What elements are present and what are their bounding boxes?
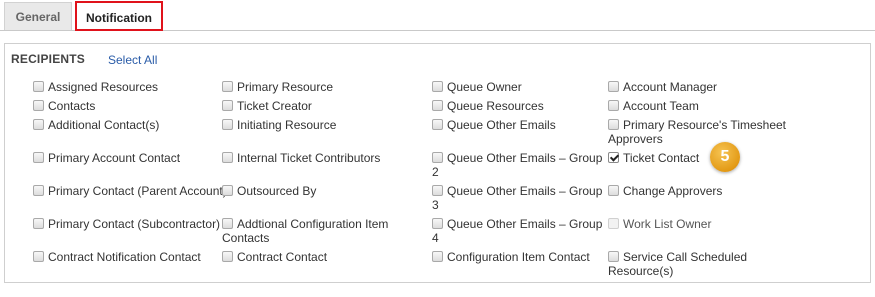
checkbox[interactable] <box>222 119 233 130</box>
recipient-queue-other-emails-group-4[interactable]: Queue Other Emails – Group 4 <box>432 217 604 245</box>
recipient-queue-owner[interactable]: Queue Owner <box>432 80 604 94</box>
checkbox-label: Primary Resource's Timesheet Approvers <box>608 118 787 146</box>
checkbox-label: Queue Other Emails – Group 2 <box>432 151 603 179</box>
recipient-primary-account-contact[interactable]: Primary Account Contact <box>33 151 233 165</box>
checkbox[interactable] <box>222 218 233 229</box>
recipient-outsourced-by[interactable]: Outsourced By <box>222 184 422 198</box>
recipient-primary-resource[interactable]: Primary Resource <box>222 80 422 94</box>
checkbox[interactable] <box>33 251 44 262</box>
checkbox[interactable] <box>222 100 233 111</box>
recipient-internal-ticket-contributors[interactable]: Internal Ticket Contributors <box>222 151 422 165</box>
checkbox[interactable] <box>33 185 44 196</box>
checkbox-label: Queue Other Emails – Group 3 <box>432 184 603 212</box>
checkbox-label: Additional Contact(s) <box>48 118 160 132</box>
checkbox[interactable] <box>222 251 233 262</box>
checkbox[interactable] <box>222 185 233 196</box>
checkbox-label: Primary Contact (Subcontractor) <box>48 217 221 231</box>
checkbox-label: Contract Contact <box>237 250 328 264</box>
checkbox[interactable] <box>432 185 443 196</box>
recipient-account-manager[interactable]: Account Manager <box>608 80 808 94</box>
recipient-primary-contact-parent-account[interactable]: Primary Contact (Parent Account) <box>33 184 233 198</box>
tab-notification[interactable]: Notification <box>75 1 163 31</box>
recipient-queue-other-emails[interactable]: Queue Other Emails <box>432 118 604 132</box>
checkbox-label: Primary Account Contact <box>48 151 181 165</box>
checkbox-label: Outsourced By <box>237 184 317 198</box>
tab-general[interactable]: General <box>4 2 72 31</box>
recipient-assigned-resources[interactable]: Assigned Resources <box>33 80 233 94</box>
step-badge: 5 <box>710 142 740 172</box>
checkbox[interactable] <box>432 251 443 262</box>
checkbox[interactable] <box>33 119 44 130</box>
checkbox[interactable] <box>33 152 44 163</box>
recipient-configuration-item-contact[interactable]: Configuration Item Contact <box>432 250 604 264</box>
recipient-primary-resource-s-timesheet-approvers[interactable]: Primary Resource's Timesheet Approvers <box>608 118 808 146</box>
checkbox-label: Ticket Contact <box>623 151 700 165</box>
checkbox-label: Account Team <box>623 99 699 113</box>
recipient-queue-resources[interactable]: Queue Resources <box>432 99 604 113</box>
checkbox[interactable] <box>222 81 233 92</box>
checkbox-label: Account Manager <box>623 80 718 94</box>
recipient-ticket-contact[interactable]: Ticket Contact <box>608 151 808 165</box>
tab-bar: General Notification <box>0 0 875 31</box>
recipient-additional-contact-s[interactable]: Additional Contact(s) <box>33 118 233 132</box>
checkbox-label: Assigned Resources <box>48 80 159 94</box>
checkbox[interactable] <box>608 81 619 92</box>
recipient-ticket-creator[interactable]: Ticket Creator <box>222 99 422 113</box>
recipient-queue-other-emails-group-2[interactable]: Queue Other Emails – Group 2 <box>432 151 604 179</box>
checkbox-label: Configuration Item Contact <box>447 250 590 264</box>
recipient-work-list-owner[interactable]: Work List Owner <box>608 217 808 231</box>
checkbox[interactable] <box>608 185 619 196</box>
checkbox[interactable] <box>608 152 619 163</box>
checkbox-label: Queue Other Emails – Group 4 <box>432 217 603 245</box>
recipient-contract-notification-contact[interactable]: Contract Notification Contact <box>33 250 233 264</box>
recipient-primary-contact-subcontractor[interactable]: Primary Contact (Subcontractor) <box>33 217 233 231</box>
checkbox[interactable] <box>432 218 443 229</box>
checkbox-label: Internal Ticket Contributors <box>237 151 381 165</box>
checkbox-label: Addtional Configuration Item Contacts <box>222 217 389 245</box>
recipient-initiating-resource[interactable]: Initiating Resource <box>222 118 422 132</box>
checkbox-label: Queue Other Emails <box>447 118 556 132</box>
checkbox[interactable] <box>33 100 44 111</box>
checkbox-label: Contract Notification Contact <box>48 250 201 264</box>
checkbox-label: Work List Owner <box>623 217 712 231</box>
checkbox-label: Queue Owner <box>447 80 522 94</box>
recipient-queue-other-emails-group-3[interactable]: Queue Other Emails – Group 3 <box>432 184 604 212</box>
checkbox[interactable] <box>33 81 44 92</box>
checkbox[interactable] <box>432 81 443 92</box>
checkbox[interactable] <box>432 152 443 163</box>
recipient-contract-contact[interactable]: Contract Contact <box>222 250 422 264</box>
checkbox-label: Contacts <box>48 99 96 113</box>
recipient-contacts[interactable]: Contacts <box>33 99 233 113</box>
checkbox <box>608 218 619 229</box>
checkbox[interactable] <box>608 251 619 262</box>
select-all-link[interactable]: Select All <box>108 53 157 67</box>
checkbox[interactable] <box>608 100 619 111</box>
checkbox-label: Ticket Creator <box>237 99 312 113</box>
checkbox[interactable] <box>608 119 619 130</box>
recipient-change-approvers[interactable]: Change Approvers <box>608 184 808 198</box>
recipients-title: RECIPIENTS <box>11 52 86 66</box>
checkbox-label: Primary Contact (Parent Account) <box>48 184 227 198</box>
recipient-service-call-scheduled-resource-s[interactable]: Service Call Scheduled Resource(s) <box>608 250 808 278</box>
recipient-account-team[interactable]: Account Team <box>608 99 808 113</box>
checkbox[interactable] <box>222 152 233 163</box>
checkbox-label: Initiating Resource <box>237 118 337 132</box>
checkbox-label: Primary Resource <box>237 80 334 94</box>
checkbox-label: Queue Resources <box>447 99 544 113</box>
checkbox[interactable] <box>33 218 44 229</box>
recipient-addtional-configuration-item-contacts[interactable]: Addtional Configuration Item Contacts <box>222 217 422 245</box>
checkbox-label: Change Approvers <box>623 184 723 198</box>
checkbox-label: Service Call Scheduled Resource(s) <box>608 250 748 278</box>
checkbox[interactable] <box>432 100 443 111</box>
checkbox[interactable] <box>432 119 443 130</box>
